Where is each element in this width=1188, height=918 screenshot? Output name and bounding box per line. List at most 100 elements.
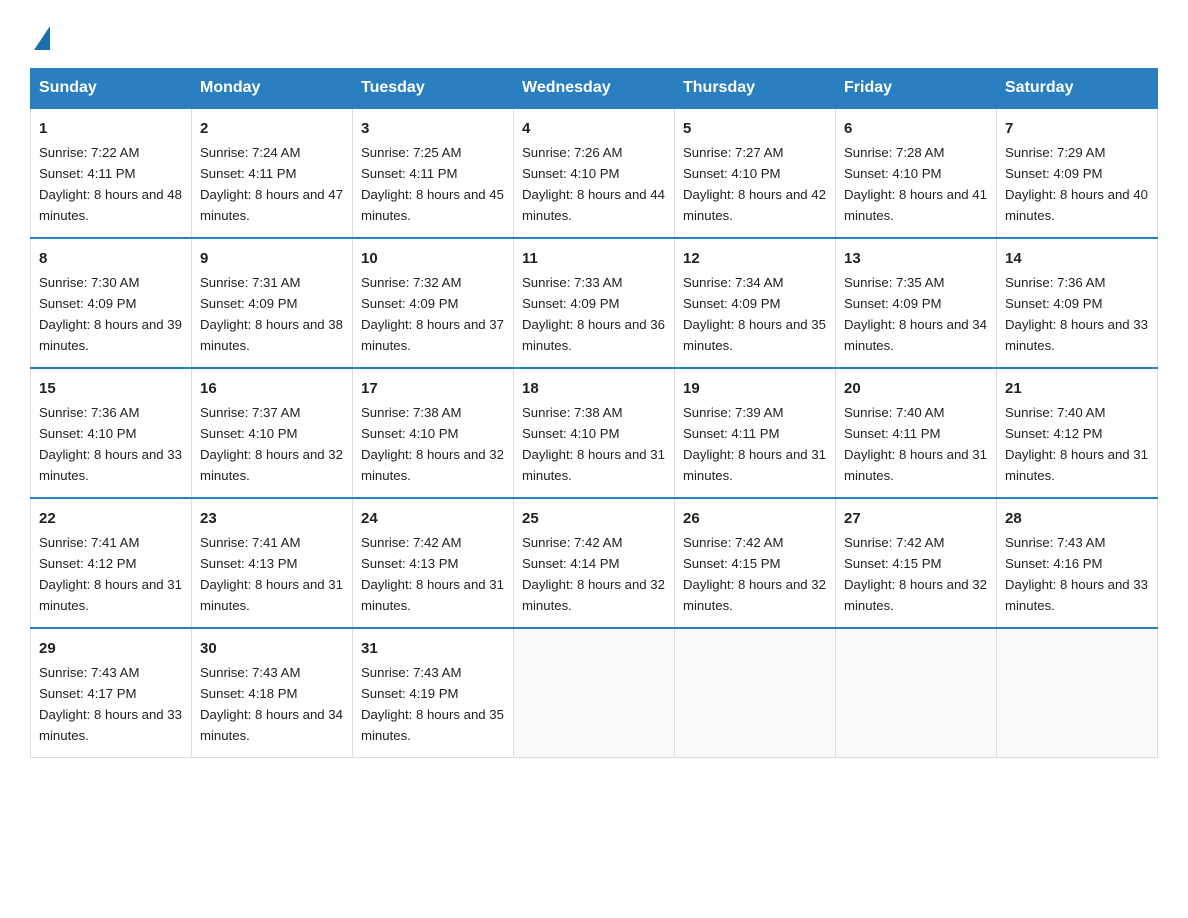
calendar-cell-day-27: 27 Sunrise: 7:42 AMSunset: 4:15 PMDaylig… [836,498,997,628]
day-info: Sunrise: 7:22 AMSunset: 4:11 PMDaylight:… [39,145,182,223]
day-info: Sunrise: 7:26 AMSunset: 4:10 PMDaylight:… [522,145,665,223]
calendar-cell-day-19: 19 Sunrise: 7:39 AMSunset: 4:11 PMDaylig… [675,368,836,498]
weekday-header-thursday: Thursday [675,69,836,109]
calendar-cell-day-5: 5 Sunrise: 7:27 AMSunset: 4:10 PMDayligh… [675,108,836,238]
day-info: Sunrise: 7:36 AMSunset: 4:10 PMDaylight:… [39,405,182,483]
day-info: Sunrise: 7:38 AMSunset: 4:10 PMDaylight:… [361,405,504,483]
calendar-week-row: 8 Sunrise: 7:30 AMSunset: 4:09 PMDayligh… [31,238,1158,368]
calendar-cell-day-11: 11 Sunrise: 7:33 AMSunset: 4:09 PMDaylig… [514,238,675,368]
day-number: 3 [361,117,505,140]
day-number: 13 [844,247,988,270]
day-number: 17 [361,377,505,400]
weekday-header-friday: Friday [836,69,997,109]
calendar-cell-day-16: 16 Sunrise: 7:37 AMSunset: 4:10 PMDaylig… [192,368,353,498]
calendar-cell-day-9: 9 Sunrise: 7:31 AMSunset: 4:09 PMDayligh… [192,238,353,368]
day-number: 23 [200,507,344,530]
day-number: 1 [39,117,183,140]
day-info: Sunrise: 7:37 AMSunset: 4:10 PMDaylight:… [200,405,343,483]
day-info: Sunrise: 7:41 AMSunset: 4:13 PMDaylight:… [200,535,343,613]
day-number: 11 [522,247,666,270]
day-number: 18 [522,377,666,400]
weekday-header-saturday: Saturday [997,69,1158,109]
day-number: 5 [683,117,827,140]
calendar-cell-day-17: 17 Sunrise: 7:38 AMSunset: 4:10 PMDaylig… [353,368,514,498]
day-info: Sunrise: 7:28 AMSunset: 4:10 PMDaylight:… [844,145,987,223]
day-number: 28 [1005,507,1149,530]
calendar-cell-day-10: 10 Sunrise: 7:32 AMSunset: 4:09 PMDaylig… [353,238,514,368]
calendar-cell-day-18: 18 Sunrise: 7:38 AMSunset: 4:10 PMDaylig… [514,368,675,498]
calendar-cell-day-23: 23 Sunrise: 7:41 AMSunset: 4:13 PMDaylig… [192,498,353,628]
day-info: Sunrise: 7:40 AMSunset: 4:12 PMDaylight:… [1005,405,1148,483]
day-info: Sunrise: 7:43 AMSunset: 4:18 PMDaylight:… [200,665,343,743]
calendar-cell-day-13: 13 Sunrise: 7:35 AMSunset: 4:09 PMDaylig… [836,238,997,368]
calendar-cell-day-1: 1 Sunrise: 7:22 AMSunset: 4:11 PMDayligh… [31,108,192,238]
calendar-cell-day-6: 6 Sunrise: 7:28 AMSunset: 4:10 PMDayligh… [836,108,997,238]
calendar-cell-empty [514,628,675,757]
day-info: Sunrise: 7:38 AMSunset: 4:10 PMDaylight:… [522,405,665,483]
calendar-week-row: 1 Sunrise: 7:22 AMSunset: 4:11 PMDayligh… [31,108,1158,238]
calendar-cell-day-29: 29 Sunrise: 7:43 AMSunset: 4:17 PMDaylig… [31,628,192,757]
day-number: 24 [361,507,505,530]
calendar-cell-day-14: 14 Sunrise: 7:36 AMSunset: 4:09 PMDaylig… [997,238,1158,368]
weekday-header-monday: Monday [192,69,353,109]
calendar-week-row: 15 Sunrise: 7:36 AMSunset: 4:10 PMDaylig… [31,368,1158,498]
calendar-cell-empty [675,628,836,757]
day-number: 30 [200,637,344,660]
calendar-cell-day-15: 15 Sunrise: 7:36 AMSunset: 4:10 PMDaylig… [31,368,192,498]
day-info: Sunrise: 7:30 AMSunset: 4:09 PMDaylight:… [39,275,182,353]
day-number: 8 [39,247,183,270]
day-number: 15 [39,377,183,400]
page-header [30,20,1158,50]
day-info: Sunrise: 7:40 AMSunset: 4:11 PMDaylight:… [844,405,987,483]
day-info: Sunrise: 7:43 AMSunset: 4:19 PMDaylight:… [361,665,504,743]
day-number: 26 [683,507,827,530]
day-info: Sunrise: 7:42 AMSunset: 4:13 PMDaylight:… [361,535,504,613]
day-info: Sunrise: 7:39 AMSunset: 4:11 PMDaylight:… [683,405,826,483]
day-info: Sunrise: 7:43 AMSunset: 4:16 PMDaylight:… [1005,535,1148,613]
day-info: Sunrise: 7:42 AMSunset: 4:15 PMDaylight:… [683,535,826,613]
day-number: 29 [39,637,183,660]
day-info: Sunrise: 7:36 AMSunset: 4:09 PMDaylight:… [1005,275,1148,353]
day-number: 14 [1005,247,1149,270]
day-number: 4 [522,117,666,140]
day-info: Sunrise: 7:32 AMSunset: 4:09 PMDaylight:… [361,275,504,353]
day-info: Sunrise: 7:27 AMSunset: 4:10 PMDaylight:… [683,145,826,223]
calendar-cell-day-20: 20 Sunrise: 7:40 AMSunset: 4:11 PMDaylig… [836,368,997,498]
day-info: Sunrise: 7:35 AMSunset: 4:09 PMDaylight:… [844,275,987,353]
day-info: Sunrise: 7:31 AMSunset: 4:09 PMDaylight:… [200,275,343,353]
day-info: Sunrise: 7:29 AMSunset: 4:09 PMDaylight:… [1005,145,1148,223]
day-number: 21 [1005,377,1149,400]
day-number: 22 [39,507,183,530]
day-info: Sunrise: 7:25 AMSunset: 4:11 PMDaylight:… [361,145,504,223]
logo [30,20,50,50]
calendar-cell-empty [997,628,1158,757]
calendar-cell-day-31: 31 Sunrise: 7:43 AMSunset: 4:19 PMDaylig… [353,628,514,757]
day-info: Sunrise: 7:41 AMSunset: 4:12 PMDaylight:… [39,535,182,613]
calendar-cell-day-28: 28 Sunrise: 7:43 AMSunset: 4:16 PMDaylig… [997,498,1158,628]
calendar-cell-day-30: 30 Sunrise: 7:43 AMSunset: 4:18 PMDaylig… [192,628,353,757]
calendar-cell-day-25: 25 Sunrise: 7:42 AMSunset: 4:14 PMDaylig… [514,498,675,628]
day-number: 12 [683,247,827,270]
day-number: 25 [522,507,666,530]
day-number: 19 [683,377,827,400]
day-info: Sunrise: 7:34 AMSunset: 4:09 PMDaylight:… [683,275,826,353]
day-info: Sunrise: 7:42 AMSunset: 4:14 PMDaylight:… [522,535,665,613]
day-number: 10 [361,247,505,270]
calendar-table: SundayMondayTuesdayWednesdayThursdayFrid… [30,68,1158,758]
weekday-header-wednesday: Wednesday [514,69,675,109]
calendar-cell-empty [836,628,997,757]
calendar-cell-day-26: 26 Sunrise: 7:42 AMSunset: 4:15 PMDaylig… [675,498,836,628]
day-number: 6 [844,117,988,140]
calendar-cell-day-22: 22 Sunrise: 7:41 AMSunset: 4:12 PMDaylig… [31,498,192,628]
day-info: Sunrise: 7:24 AMSunset: 4:11 PMDaylight:… [200,145,343,223]
calendar-cell-day-24: 24 Sunrise: 7:42 AMSunset: 4:13 PMDaylig… [353,498,514,628]
day-number: 9 [200,247,344,270]
calendar-cell-day-21: 21 Sunrise: 7:40 AMSunset: 4:12 PMDaylig… [997,368,1158,498]
weekday-header-tuesday: Tuesday [353,69,514,109]
day-number: 16 [200,377,344,400]
day-number: 20 [844,377,988,400]
calendar-cell-day-12: 12 Sunrise: 7:34 AMSunset: 4:09 PMDaylig… [675,238,836,368]
calendar-cell-day-8: 8 Sunrise: 7:30 AMSunset: 4:09 PMDayligh… [31,238,192,368]
day-number: 2 [200,117,344,140]
calendar-cell-day-3: 3 Sunrise: 7:25 AMSunset: 4:11 PMDayligh… [353,108,514,238]
